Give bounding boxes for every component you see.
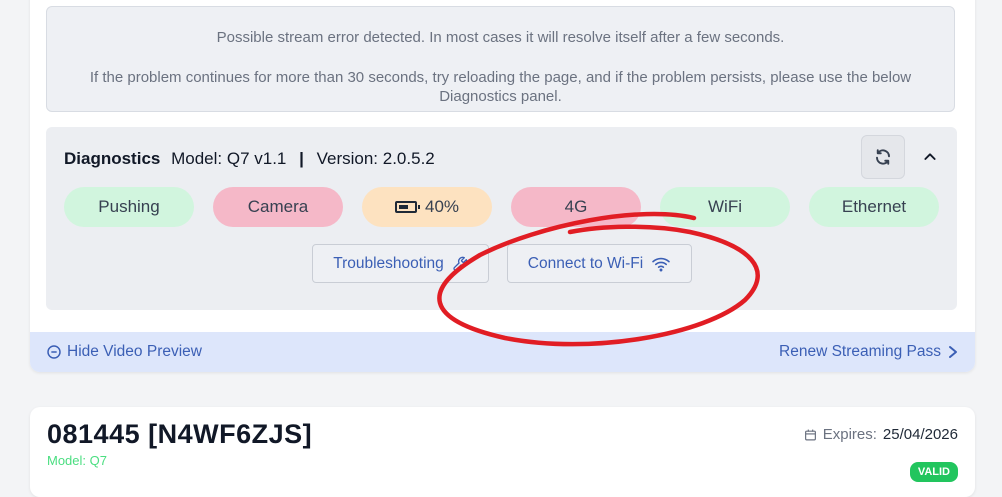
connect-wifi-button[interactable]: Connect to Wi-Fi <box>507 244 692 283</box>
status-pill-wifi: WiFi <box>660 187 790 227</box>
diagnostics-model: Model: Q7 v1.1 <box>171 149 287 168</box>
status-pill-ethernet: Ethernet <box>809 187 939 227</box>
status-pill-pushing: Pushing <box>64 187 194 227</box>
renew-streaming-pass-label: Renew Streaming Pass <box>779 343 941 360</box>
troubleshooting-button[interactable]: Troubleshooting <box>312 244 489 283</box>
wrench-icon <box>453 256 468 271</box>
expires-label: Expires: <box>822 426 877 443</box>
device-card: 081445 [N4WF6ZJS] Model: Q7 Expires: 25/… <box>30 407 975 497</box>
collapse-button[interactable] <box>918 145 942 169</box>
status-pill-camera: Camera <box>213 187 343 227</box>
chevron-right-icon <box>949 346 957 358</box>
diagnostics-header: Diagnostics Model: Q7 v1.1 | Version: 2.… <box>64 149 435 169</box>
calendar-icon <box>804 429 816 440</box>
status-label: 40% <box>424 197 460 216</box>
stream-error-alert: Possible stream error detected. In most … <box>46 6 955 112</box>
diagnostics-version: Version: 2.0.5.2 <box>316 149 435 168</box>
refresh-button[interactable] <box>861 135 905 179</box>
connect-wifi-label: Connect to Wi-Fi <box>527 254 644 272</box>
device-model: Model: Q7 <box>47 453 107 468</box>
minus-circle-icon <box>47 345 61 359</box>
status-badge: VALID <box>909 462 958 482</box>
renew-streaming-pass-link[interactable]: Renew Streaming Pass <box>779 343 959 361</box>
hide-video-preview-link[interactable]: Hide Video Preview <box>46 343 202 361</box>
refresh-icon <box>876 149 890 165</box>
status-pill-4g: 4G <box>511 187 641 227</box>
device-id-title: 081445 [N4WF6ZJS] <box>47 419 313 449</box>
expiry-info: Expires: 25/04/2026 <box>804 426 958 443</box>
status-label: Ethernet <box>841 197 907 216</box>
expires-date: 25/04/2026 <box>882 426 958 443</box>
status-pill-battery: 40% <box>362 187 492 227</box>
chevron-up-icon <box>924 153 936 160</box>
battery-icon <box>394 201 420 213</box>
hide-video-preview-label: Hide Video Preview <box>67 343 202 360</box>
card-footer: Hide Video Preview Renew Streaming Pass <box>30 332 975 372</box>
diagnostics-separator: | <box>299 149 304 168</box>
alert-message-primary: Possible stream error detected. In most … <box>216 29 785 46</box>
diagnostics-panel: Diagnostics Model: Q7 v1.1 | Version: 2.… <box>46 127 957 310</box>
diagnostics-title: Diagnostics <box>64 149 161 168</box>
status-label: WiFi <box>708 197 742 216</box>
status-label: 4G <box>564 197 588 216</box>
wifi-icon <box>652 257 671 271</box>
troubleshooting-label: Troubleshooting <box>333 254 444 272</box>
alert-message-secondary: If the problem continues for more than 3… <box>89 69 912 105</box>
stream-card: Possible stream error detected. In most … <box>30 0 975 372</box>
status-label: Pushing <box>98 197 160 216</box>
status-label: Camera <box>247 197 309 216</box>
